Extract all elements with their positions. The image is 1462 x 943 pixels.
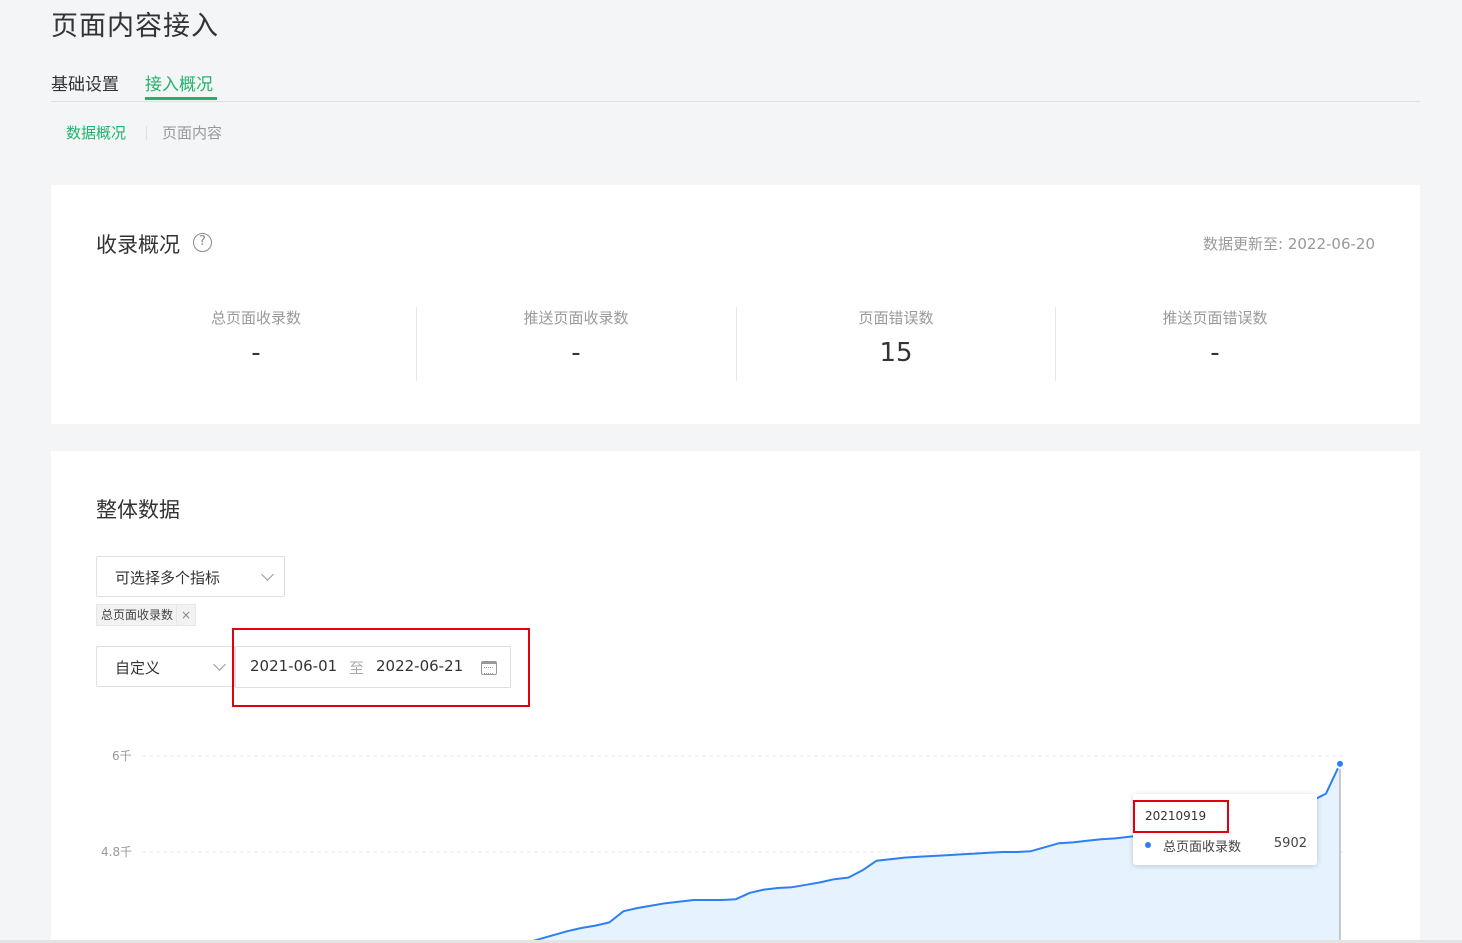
series-dot-icon <box>1145 842 1151 848</box>
tooltip-value: 5902 <box>1273 836 1307 851</box>
data-point[interactable] <box>1335 758 1345 769</box>
tooltip-series-name: 总页面收录数 <box>1163 840 1242 855</box>
tooltip-date: 20210919 <box>1145 809 1207 823</box>
chart-tooltip: 20210919 总页面收录数 5902 <box>1133 794 1317 865</box>
